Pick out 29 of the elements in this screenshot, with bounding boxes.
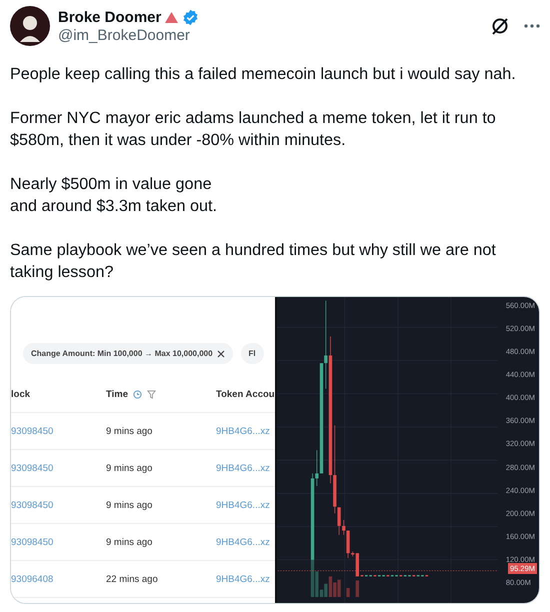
filter-chip[interactable]: Fl	[240, 343, 264, 364]
author-handle[interactable]: @im_BrokeDoomer	[58, 26, 482, 44]
table-cell: 9 mins ago	[106, 450, 216, 487]
slashed-circle-icon[interactable]	[490, 16, 510, 36]
triangle-icon	[165, 12, 178, 22]
tweet-text: People keep calling this a failed memecoin launch but i would say nah.	[10, 64, 517, 85]
volume-bar	[356, 580, 360, 598]
table-cell: 9 mins ago	[106, 413, 216, 450]
avatar[interactable]	[10, 6, 50, 46]
more-icon[interactable]	[524, 24, 540, 28]
block-link[interactable]: 93098450	[11, 450, 106, 487]
table-cell: 9 mins ago	[106, 487, 216, 524]
filter-icon[interactable]	[147, 390, 156, 398]
block-link[interactable]: 93096408	[11, 561, 106, 598]
filter-chip[interactable]: Change Amount: Min 100,000 → Max 10,000,000	[23, 343, 233, 364]
block-link[interactable]: 93098450	[11, 524, 106, 561]
column-header: lock	[11, 376, 106, 413]
close-icon[interactable]	[216, 350, 225, 358]
table-cell: 22 mins ago	[106, 561, 216, 598]
clock-icon[interactable]	[133, 390, 142, 398]
table-cell: 9 mins ago	[106, 524, 216, 561]
tweet-text: Nearly $500m in value gone and around $3.3m taken out.	[10, 174, 218, 217]
tweet-text: Former NYC mayor eric adams launched a meme token, let it run to $580m, then it was under -80% within minutes.	[10, 108, 497, 151]
author-name[interactable]: Broke Doomer	[58, 8, 162, 26]
tweet-text: Same playbook we’ve seen a hundred times but why still we are not taking lesson?	[10, 240, 497, 283]
block-link[interactable]: 93098450	[11, 487, 106, 524]
block-link[interactable]: 93098450	[11, 413, 106, 450]
column-header: Time	[106, 376, 216, 413]
volume-bar	[346, 588, 350, 598]
